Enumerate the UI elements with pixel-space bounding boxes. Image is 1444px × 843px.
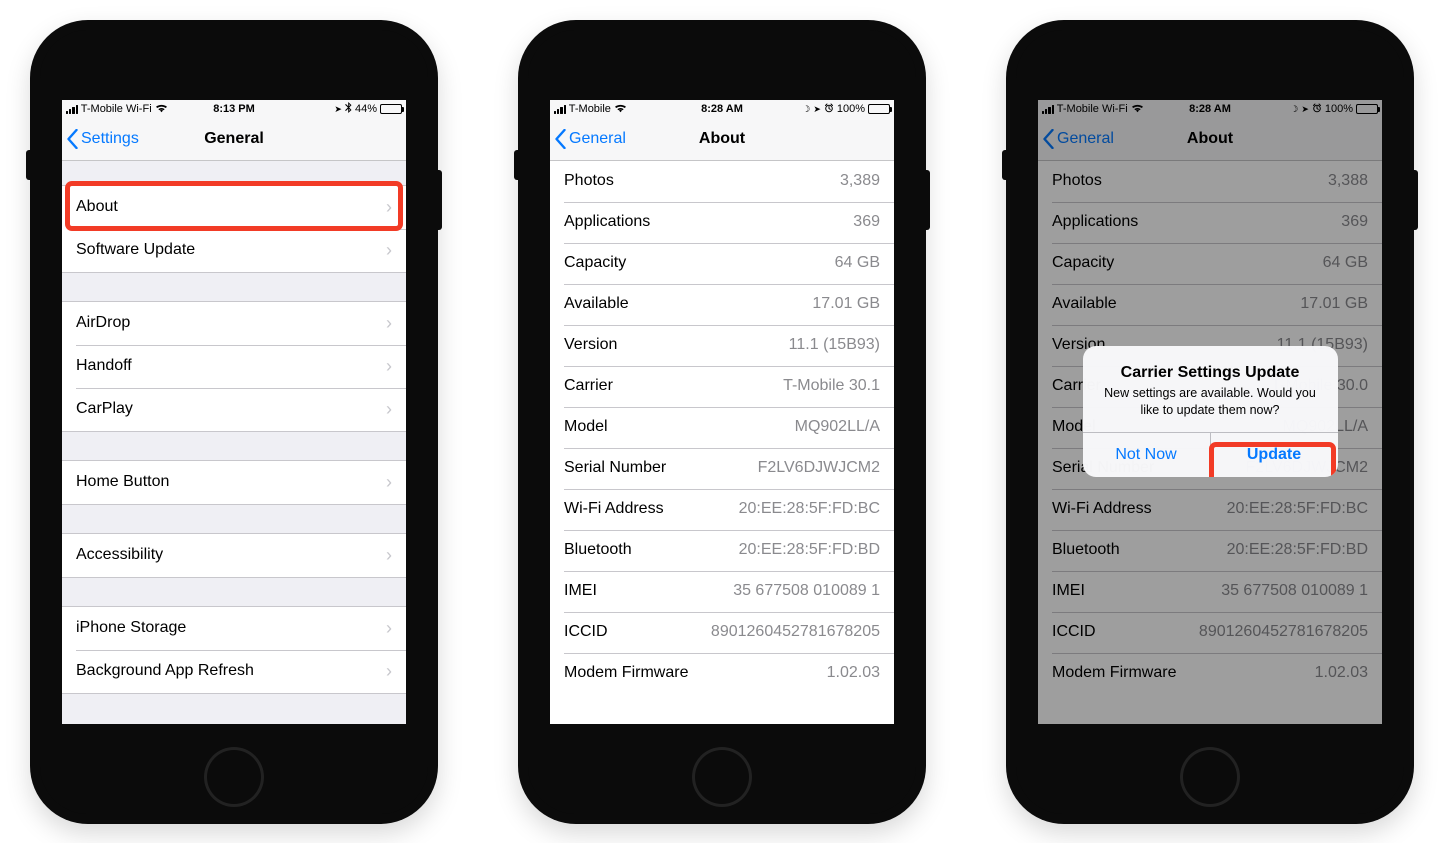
row-value: T-Mobile 30.1 [783, 377, 880, 395]
row-value: 20:EE:28:5F:FD:BC [739, 500, 880, 518]
row-label: Photos [564, 172, 840, 190]
screen-1: T-Mobile Wi-Fi 8:13 PM ➤ 44% [62, 100, 406, 724]
back-button[interactable]: Settings [62, 129, 139, 149]
back-button[interactable]: General [550, 129, 626, 149]
row-label: IMEI [564, 582, 733, 600]
about-row[interactable]: Bluetooth20:EE:28:5F:FD:BD [550, 530, 894, 571]
row-label: Serial Number [564, 459, 758, 477]
row-label: CarPlay [76, 400, 380, 418]
not-now-button[interactable]: Not Now [1083, 433, 1210, 477]
row-label: Handoff [76, 357, 380, 375]
row-carplay[interactable]: CarPlay › [62, 388, 406, 431]
phone-frame-1: T-Mobile Wi-Fi 8:13 PM ➤ 44% [30, 20, 438, 824]
row-value: 8901260452781678205 [711, 623, 880, 641]
screen-2: T-Mobile 8:28 AM ☽ ➤ 100% [550, 100, 894, 724]
about-row[interactable]: IMEI35 677508 010089 1 [550, 571, 894, 612]
chevron-right-icon: › [386, 197, 392, 218]
status-time: 8:28 AM [550, 103, 894, 115]
row-label: Accessibility [76, 546, 380, 564]
row-label: About [76, 198, 380, 216]
row-label: Capacity [564, 254, 835, 272]
about-row[interactable]: ModelMQ902LL/A [550, 407, 894, 448]
row-label: Home Button [76, 473, 380, 491]
update-button[interactable]: Update [1210, 433, 1338, 477]
row-value: 11.1 (15B93) [789, 336, 880, 354]
chevron-right-icon: › [386, 661, 392, 682]
chevron-right-icon: › [386, 313, 392, 334]
phone-frame-2: T-Mobile 8:28 AM ☽ ➤ 100% [518, 20, 926, 824]
about-row[interactable]: Serial NumberF2LV6DJWJCM2 [550, 448, 894, 489]
row-label: Bluetooth [564, 541, 739, 559]
settings-list[interactable]: About › Software Update › AirDrop › Hand… [62, 161, 406, 724]
phone-frame-3: T-Mobile Wi-Fi 8:28 AM ☽ ➤ 100% [1006, 20, 1414, 824]
row-value: 64 GB [835, 254, 880, 272]
alert-message: New settings are available. Would you li… [1099, 385, 1322, 419]
nav-bar: General About [550, 119, 894, 161]
about-row[interactable]: Wi-Fi Address20:EE:28:5F:FD:BC [550, 489, 894, 530]
row-label: Modem Firmware [564, 664, 827, 682]
row-software-update[interactable]: Software Update › [62, 229, 406, 272]
alert-title: Carrier Settings Update [1099, 364, 1322, 382]
chevron-right-icon: › [386, 472, 392, 493]
back-label: General [569, 130, 626, 148]
row-value: 17.01 GB [812, 295, 880, 313]
row-value: F2LV6DJWJCM2 [758, 459, 880, 477]
chevron-right-icon: › [386, 240, 392, 261]
row-label: Wi-Fi Address [564, 500, 739, 518]
row-label: Model [564, 418, 795, 436]
carrier-update-alert: Carrier Settings Update New settings are… [1083, 346, 1338, 478]
status-time: 8:13 PM [62, 103, 406, 115]
row-value: 35 677508 010089 1 [733, 582, 880, 600]
battery-icon [868, 104, 890, 114]
row-value: 1.02.03 [827, 664, 880, 682]
about-row[interactable]: Photos3,389 [550, 161, 894, 202]
row-handoff[interactable]: Handoff › [62, 345, 406, 388]
row-label: Carrier [564, 377, 783, 395]
row-label: Applications [564, 213, 853, 231]
about-row[interactable]: CarrierT-Mobile 30.1 [550, 366, 894, 407]
battery-icon [380, 104, 402, 114]
nav-bar: Settings General [62, 119, 406, 161]
back-label: Settings [81, 130, 139, 148]
row-label: ICCID [564, 623, 711, 641]
row-label: Available [564, 295, 812, 313]
home-button[interactable] [1180, 747, 1240, 807]
status-bar: T-Mobile 8:28 AM ☽ ➤ 100% [550, 100, 894, 119]
alert-button-label: Not Now [1115, 446, 1176, 464]
about-row[interactable]: Available17.01 GB [550, 284, 894, 325]
about-row[interactable]: Capacity64 GB [550, 243, 894, 284]
row-value: MQ902LL/A [795, 418, 880, 436]
home-button[interactable] [204, 747, 264, 807]
about-row[interactable]: ICCID8901260452781678205 [550, 612, 894, 653]
row-label: Background App Refresh [76, 662, 380, 680]
about-row[interactable]: Applications369 [550, 202, 894, 243]
row-label: Software Update [76, 241, 380, 259]
row-background-app-refresh[interactable]: Background App Refresh › [62, 650, 406, 693]
modal-overlay: Carrier Settings Update New settings are… [1038, 100, 1382, 724]
row-value: 20:EE:28:5F:FD:BD [739, 541, 880, 559]
screen-3: T-Mobile Wi-Fi 8:28 AM ☽ ➤ 100% [1038, 100, 1382, 724]
row-label: AirDrop [76, 314, 380, 332]
about-row[interactable]: Modem Firmware1.02.03 [550, 653, 894, 694]
alert-button-label: Update [1247, 446, 1301, 464]
row-iphone-storage[interactable]: iPhone Storage › [62, 607, 406, 650]
chevron-right-icon: › [386, 399, 392, 420]
row-value: 3,389 [840, 172, 880, 190]
row-label: iPhone Storage [76, 619, 380, 637]
row-about[interactable]: About › [62, 186, 406, 229]
row-label: Version [564, 336, 789, 354]
status-bar: T-Mobile Wi-Fi 8:13 PM ➤ 44% [62, 100, 406, 119]
chevron-right-icon: › [386, 356, 392, 377]
chevron-right-icon: › [386, 618, 392, 639]
row-home-button[interactable]: Home Button › [62, 461, 406, 504]
row-accessibility[interactable]: Accessibility › [62, 534, 406, 577]
about-row[interactable]: Version11.1 (15B93) [550, 325, 894, 366]
row-airdrop[interactable]: AirDrop › [62, 302, 406, 345]
home-button[interactable] [692, 747, 752, 807]
chevron-right-icon: › [386, 545, 392, 566]
about-list[interactable]: Photos3,389Applications369Capacity64 GBA… [550, 161, 894, 724]
row-value: 369 [853, 213, 880, 231]
